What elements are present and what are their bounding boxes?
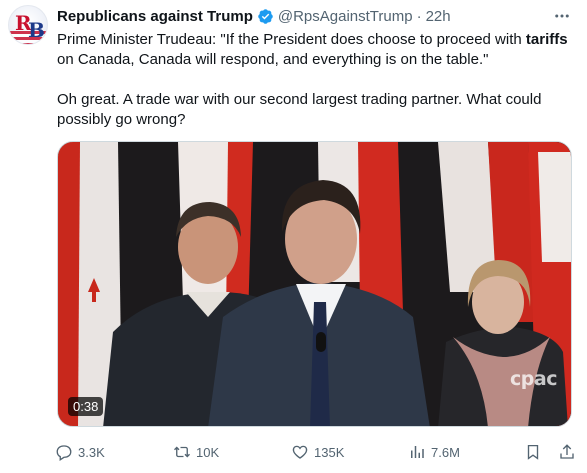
repost-button[interactable]: 10K bbox=[173, 443, 219, 461]
tweet-header: Republicans against Trump @RpsAgainstTru… bbox=[57, 6, 573, 26]
tweet-paragraph-1: Prime Minister Trudeau: "If the Presiden… bbox=[57, 30, 577, 70]
display-name[interactable]: Republicans against Trump bbox=[57, 8, 253, 25]
reply-count: 3.3K bbox=[78, 444, 105, 460]
handle[interactable]: @RpsAgainstTrump bbox=[278, 8, 413, 25]
reply-icon bbox=[56, 445, 72, 461]
bookmark-button[interactable] bbox=[524, 443, 542, 461]
share-button[interactable] bbox=[558, 443, 576, 461]
views-icon bbox=[411, 446, 424, 458]
repost-count: 10K bbox=[196, 444, 220, 460]
tweet-text-part: Prime Minister Trudeau: "If the Presiden… bbox=[57, 31, 526, 48]
views-button[interactable]: 7.6M bbox=[408, 443, 460, 461]
separator-dot: · bbox=[416, 7, 422, 25]
cpac-watermark: cpac bbox=[510, 368, 557, 390]
avatar[interactable]: R B bbox=[8, 5, 48, 45]
video-frame bbox=[58, 142, 571, 426]
video-duration: 0:38 bbox=[68, 397, 104, 416]
heart-icon bbox=[292, 445, 308, 459]
like-count: 135K bbox=[314, 444, 345, 460]
tweet-paragraph-2: Oh great. A trade war with our second la… bbox=[57, 91, 542, 128]
like-button[interactable]: 135K bbox=[291, 443, 344, 461]
bookmark-icon bbox=[527, 444, 539, 460]
views-count: 7.6M bbox=[431, 444, 460, 460]
tweet-text-part: on Canada, Canada will respond, and ever… bbox=[57, 51, 489, 68]
tweet-text-bold: tariffs bbox=[525, 31, 568, 48]
more-icon[interactable] bbox=[551, 6, 573, 26]
action-bar: 3.3K 10K 135K 7.6M bbox=[55, 443, 577, 463]
tweet-text: Prime Minister Trudeau: "If the Presiden… bbox=[57, 30, 577, 130]
repost-icon bbox=[174, 446, 190, 458]
verified-badge-icon bbox=[257, 8, 274, 25]
reply-button[interactable]: 3.3K bbox=[55, 443, 105, 461]
video-player[interactable]: 0:38 cpac bbox=[57, 141, 572, 427]
timestamp[interactable]: 22h bbox=[426, 8, 451, 25]
avatar-letter-b: B bbox=[28, 18, 45, 42]
share-icon bbox=[560, 444, 574, 459]
